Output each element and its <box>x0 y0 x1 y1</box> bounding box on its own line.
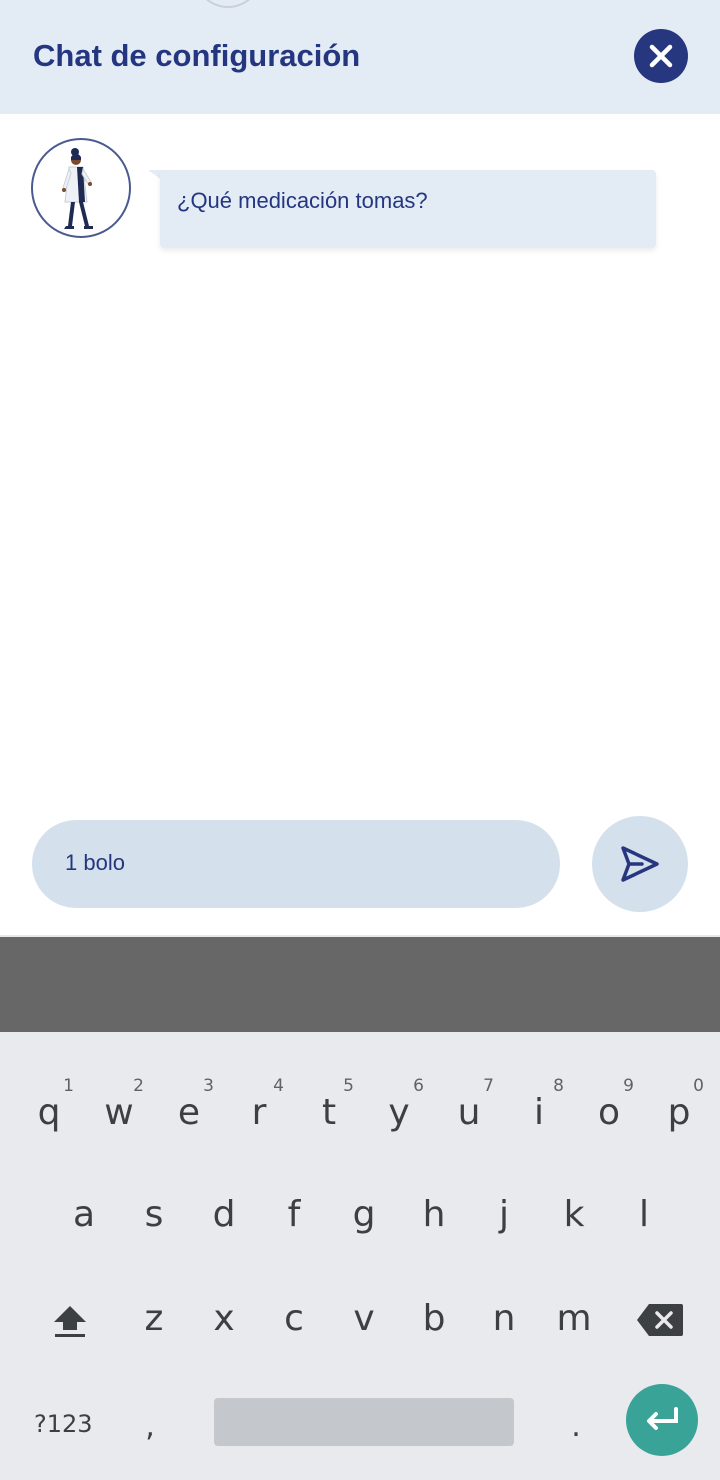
key-w[interactable]: w2 <box>84 1076 154 1144</box>
key-z[interactable]: z <box>119 1286 189 1350</box>
send-button[interactable] <box>592 816 688 912</box>
backspace-icon <box>637 1304 683 1336</box>
key-u[interactable]: u7 <box>434 1076 504 1144</box>
enter-icon <box>647 1407 678 1430</box>
symbols-key[interactable]: ?123 <box>34 1410 93 1438</box>
key-d[interactable]: d <box>189 1182 259 1246</box>
key-q[interactable]: q1 <box>14 1076 84 1144</box>
key-f[interactable]: f <box>259 1182 329 1246</box>
key-b[interactable]: b <box>399 1286 469 1350</box>
key-v[interactable]: v <box>329 1286 399 1350</box>
key-t[interactable]: t5 <box>294 1076 364 1144</box>
key-j[interactable]: j <box>469 1182 539 1246</box>
page-title: Chat de configuración <box>33 38 361 73</box>
comma-key[interactable]: , <box>120 1394 180 1458</box>
key-m[interactable]: m <box>539 1286 609 1350</box>
key-p[interactable]: p0 <box>644 1076 714 1144</box>
key-r[interactable]: r4 <box>224 1076 294 1144</box>
doctor-avatar-icon <box>31 138 131 238</box>
period-key[interactable]: . <box>546 1394 606 1458</box>
message-input[interactable]: 1 bolo <box>32 820 560 908</box>
keyboard: q1 w2 e3 r4 t5 y6 u7 i8 o9 p0 a s d f g … <box>0 1032 720 1480</box>
message-input-value: 1 bolo <box>65 850 125 875</box>
shift-key[interactable] <box>34 1288 106 1352</box>
backspace-key[interactable] <box>630 1288 690 1352</box>
bot-message-bubble: ¿Qué medicación tomas? <box>160 170 656 248</box>
keyboard-suggestion-bar <box>0 937 720 1032</box>
key-g[interactable]: g <box>329 1182 399 1246</box>
key-o[interactable]: o9 <box>574 1076 644 1144</box>
key-n[interactable]: n <box>469 1286 539 1350</box>
screen: { "header": { "title": "Chat de configur… <box>0 0 720 1480</box>
key-h[interactable]: h <box>399 1182 469 1246</box>
shift-icon <box>54 1306 86 1337</box>
bot-message-text: ¿Qué medicación tomas? <box>177 188 428 213</box>
key-a[interactable]: a <box>49 1182 119 1246</box>
close-button[interactable] <box>634 29 688 83</box>
key-e[interactable]: e3 <box>154 1076 224 1144</box>
close-icon <box>649 44 673 68</box>
key-s[interactable]: s <box>119 1182 189 1246</box>
key-c[interactable]: c <box>259 1286 329 1350</box>
enter-key[interactable] <box>626 1384 698 1456</box>
header: Chat de configuración <box>0 0 720 114</box>
key-y[interactable]: y6 <box>364 1076 434 1144</box>
send-icon <box>621 846 659 882</box>
key-x[interactable]: x <box>189 1286 259 1350</box>
key-l[interactable]: l <box>609 1182 679 1246</box>
drag-handle[interactable] <box>194 0 262 8</box>
space-key[interactable] <box>214 1398 514 1446</box>
key-i[interactable]: i8 <box>504 1076 574 1144</box>
key-k[interactable]: k <box>539 1182 609 1246</box>
